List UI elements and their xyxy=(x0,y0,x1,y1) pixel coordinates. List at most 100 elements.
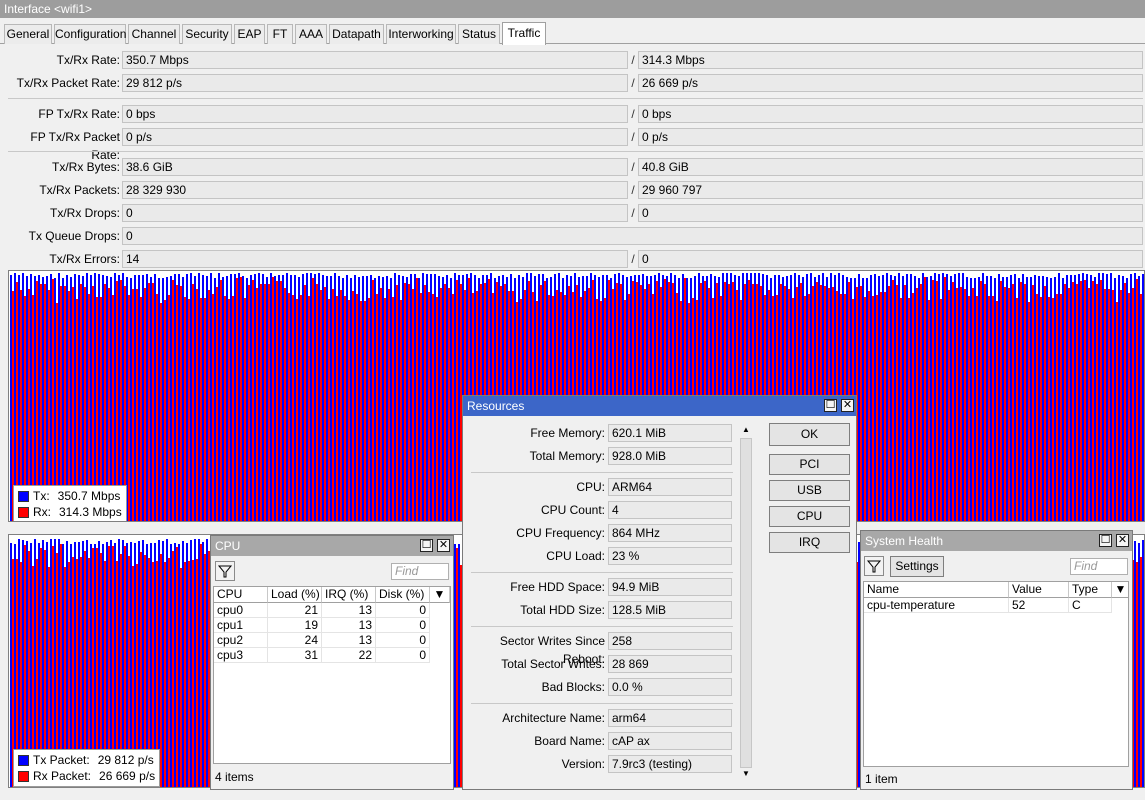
tab-datapath[interactable]: Datapath xyxy=(329,24,384,44)
scroll-up-icon[interactable]: ▲ xyxy=(740,424,752,436)
cpu-button[interactable]: CPU xyxy=(769,506,850,527)
rx-bar xyxy=(1096,284,1098,521)
rx-bar xyxy=(136,289,138,521)
health-col-name[interactable]: Name xyxy=(864,582,1009,598)
rx-bar xyxy=(1076,284,1078,521)
tab-general[interactable]: General xyxy=(4,24,52,44)
field-fp-tx-rx-rate-tx-value: 0 bps xyxy=(122,105,628,123)
tx-bar xyxy=(890,275,892,521)
field-tx-rx-drops-separator: / xyxy=(631,206,635,220)
rx-bar xyxy=(1112,290,1114,521)
tx-bar xyxy=(990,276,992,521)
packet_graph-legend-item: Rx Packet: 26 669 p/s xyxy=(18,768,155,784)
tx-bar xyxy=(1010,275,1012,521)
tx-bar xyxy=(1046,277,1048,521)
resources-group-separator xyxy=(471,626,733,627)
cpu-window: CPU ☐ ✕ Find CPU Load (%) IRQ (%) Disk (%) ▼… xyxy=(210,535,454,790)
tab-configuration[interactable]: Configuration xyxy=(54,24,126,44)
rx-bar xyxy=(140,297,142,521)
tx-bar xyxy=(334,273,336,521)
ok-button[interactable]: OK xyxy=(769,423,850,446)
rx-bar xyxy=(456,280,458,521)
rx-bar xyxy=(876,295,878,521)
tx-bar xyxy=(362,276,364,521)
rx-bar xyxy=(148,283,150,521)
pci-button[interactable]: PCI xyxy=(769,454,850,475)
scroll-down-icon[interactable]: ▼ xyxy=(740,768,752,780)
tx-bar xyxy=(178,544,180,787)
rx-bar xyxy=(1060,294,1062,521)
cpu-col-irq[interactable]: IRQ (%) xyxy=(322,587,376,603)
rx-bar xyxy=(388,289,390,521)
health-col-type[interactable]: Type xyxy=(1069,582,1112,598)
tab-eap[interactable]: EAP xyxy=(234,24,265,44)
maximize-icon[interactable]: ☐ xyxy=(420,539,433,552)
tx-bar xyxy=(1066,275,1068,521)
health-find-input[interactable]: Find xyxy=(1070,558,1128,575)
cpu-col-cpu[interactable]: CPU xyxy=(214,587,268,603)
cpu-col-load[interactable]: Load (%) xyxy=(268,587,322,603)
rx-bar xyxy=(364,301,366,521)
rx-bar xyxy=(192,284,194,521)
rx-bar xyxy=(392,297,394,521)
tx-bar xyxy=(1002,277,1004,521)
tab-interworking[interactable]: Interworking xyxy=(386,24,456,44)
tab-security[interactable]: Security xyxy=(182,24,232,44)
tx-bar xyxy=(430,274,432,521)
irq-button[interactable]: IRQ xyxy=(769,532,850,553)
cpu-find-input[interactable]: Find xyxy=(391,563,449,580)
tab-ft[interactable]: FT xyxy=(267,24,293,44)
tx-bar xyxy=(222,277,224,521)
health-col-value[interactable]: Value xyxy=(1009,582,1069,598)
tx-bar xyxy=(886,273,888,521)
tx-bar xyxy=(922,273,924,521)
rx-bar xyxy=(308,296,310,521)
scrollbar-thumb[interactable] xyxy=(740,438,752,768)
usb-button[interactable]: USB xyxy=(769,480,850,501)
cpu-value-cell: 31 xyxy=(268,648,322,663)
rx-bar xyxy=(872,296,874,521)
rx-bar xyxy=(1048,297,1050,521)
tx-bar xyxy=(1026,277,1028,521)
close-icon[interactable]: ✕ xyxy=(437,539,450,552)
system-health-title-bar[interactable]: System Health xyxy=(861,531,1132,551)
tx-bar xyxy=(994,278,996,521)
resource-free-memory-value: 620.1 MiB xyxy=(608,424,732,442)
close-icon[interactable]: ✕ xyxy=(841,399,854,412)
tx-bar xyxy=(902,276,904,521)
rx-bar xyxy=(396,285,398,521)
close-icon[interactable]: ✕ xyxy=(1116,534,1129,547)
rx-bar xyxy=(228,299,230,521)
resources-scrollbar[interactable]: ▲ ▼ xyxy=(738,422,754,782)
tab-traffic[interactable]: Traffic xyxy=(502,22,546,45)
tx-bar xyxy=(374,278,376,521)
filter-button[interactable] xyxy=(215,561,235,581)
tab-aaa[interactable]: AAA xyxy=(295,24,327,44)
tx-bar xyxy=(918,278,920,521)
rx-bar xyxy=(1092,281,1094,521)
column-menu-icon[interactable]: ▼ xyxy=(1112,582,1128,598)
maximize-icon[interactable]: ☐ xyxy=(1099,534,1112,547)
rx-bar xyxy=(144,288,146,521)
filter-button[interactable] xyxy=(864,556,884,576)
tab-status[interactable]: Status xyxy=(458,24,500,44)
settings-button[interactable]: Settings xyxy=(890,556,944,577)
legend-label: Rx Packet: xyxy=(33,769,92,783)
tx-bar xyxy=(1082,273,1084,521)
tx-bar xyxy=(414,274,416,521)
resources-window-title-bar[interactable]: Resources xyxy=(463,396,856,416)
cpu-window-title-bar[interactable]: CPU xyxy=(211,536,453,556)
rx-bar xyxy=(1072,282,1074,521)
maximize-icon[interactable]: ☐ xyxy=(824,399,837,412)
tx-bar xyxy=(1134,273,1136,521)
tx-bar xyxy=(302,274,304,521)
cpu-col-disk[interactable]: Disk (%) xyxy=(376,587,430,603)
tab-channel[interactable]: Channel xyxy=(128,24,180,44)
field-tx-rx-packets-tx-value: 28 329 930 xyxy=(122,181,628,199)
column-menu-icon[interactable]: ▼ xyxy=(430,587,450,603)
rx-bar xyxy=(440,288,442,521)
tx-bar xyxy=(130,278,132,521)
tx-bar xyxy=(1006,277,1008,521)
resource-total-hdd-size-value: 128.5 MiB xyxy=(608,601,732,619)
resource-version-value: 7.9rc3 (testing) xyxy=(608,755,732,773)
